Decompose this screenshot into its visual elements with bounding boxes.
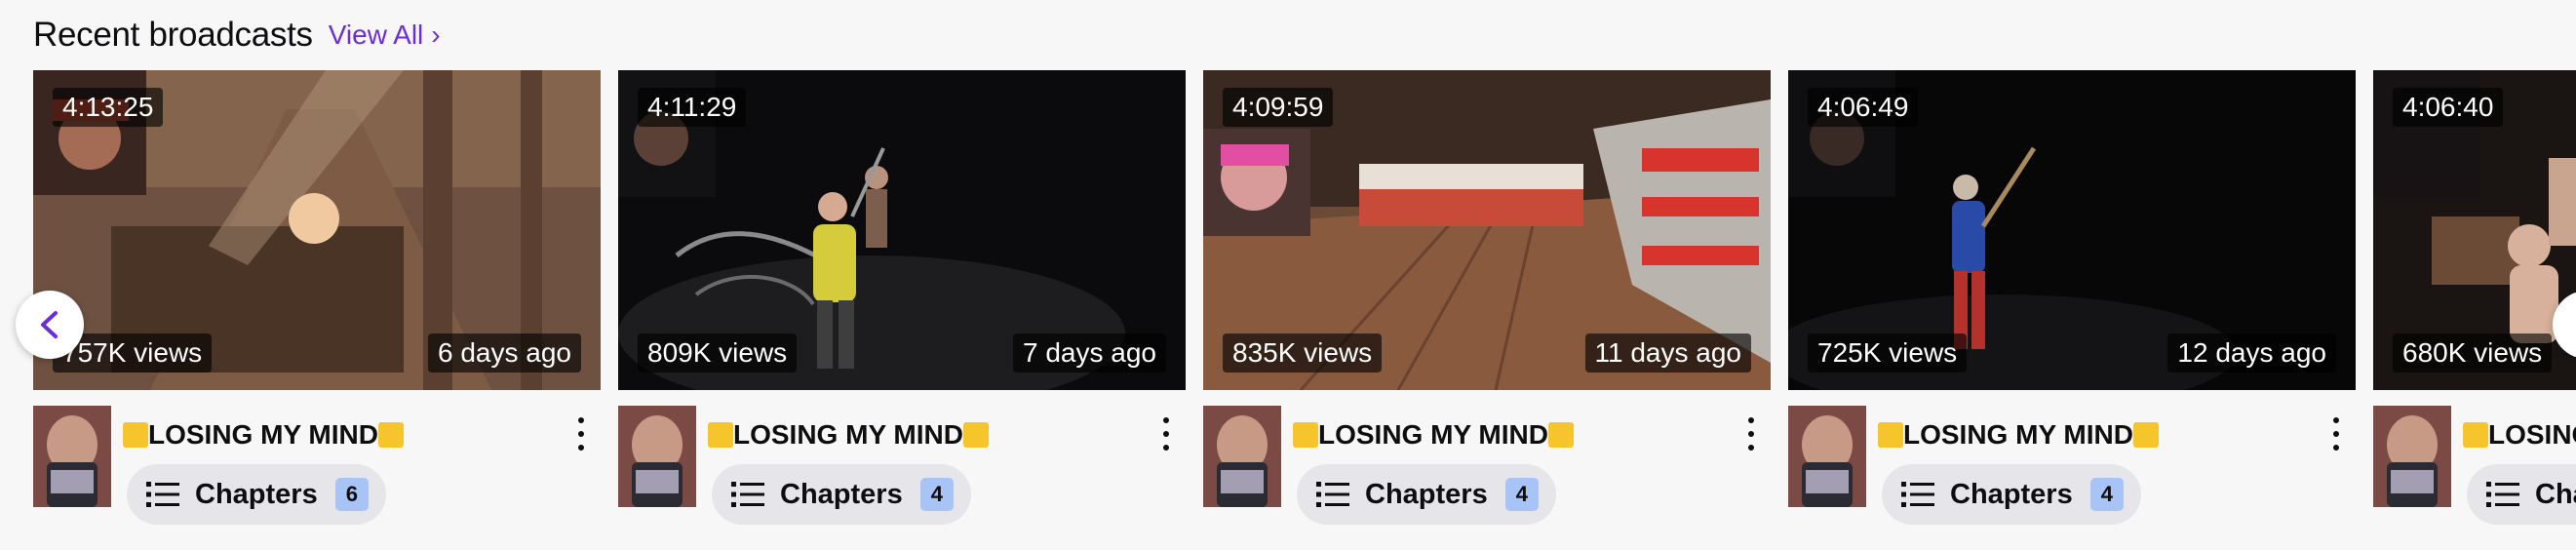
chapters-button[interactable]: Chapters bbox=[2467, 464, 2576, 525]
channel-avatar[interactable] bbox=[1788, 406, 1866, 507]
broadcast-card[interactable]: 4:06:49 725K views 12 days ago LOSING MY… bbox=[1788, 70, 2356, 529]
duration-badge: 4:13:25 bbox=[53, 88, 164, 127]
yellow-square-emoji-icon bbox=[2463, 422, 2488, 448]
video-thumbnail[interactable]: 4:11:29 809K views 7 days ago bbox=[618, 70, 1186, 390]
yellow-square-emoji-icon bbox=[1547, 422, 1574, 448]
more-options-icon[interactable] bbox=[1745, 417, 1757, 451]
section-title: Recent broadcasts bbox=[33, 16, 313, 54]
yellow-square-emoji-icon bbox=[377, 422, 404, 448]
chapters-count-badge: 4 bbox=[1504, 478, 1539, 511]
list-icon bbox=[1316, 482, 1349, 507]
card-meta: LOSING MY MIND Chapters 4 bbox=[1788, 390, 2356, 529]
card-meta: LOSING MY MIND Chapters 6 bbox=[33, 390, 601, 529]
list-icon bbox=[1901, 482, 1934, 507]
channel-avatar[interactable] bbox=[618, 406, 696, 507]
broadcast-title[interactable]: LOSING MY MIND bbox=[2463, 419, 2576, 451]
yellow-square-emoji-icon bbox=[1878, 422, 1903, 448]
list-icon bbox=[2486, 482, 2519, 507]
age-badge: 11 days ago bbox=[1584, 334, 1751, 373]
broadcast-card[interactable]: 4:11:29 809K views 7 days ago LOSING MY … bbox=[618, 70, 1186, 529]
list-icon bbox=[146, 482, 179, 507]
broadcast-carousel: 4:13:25 757K views 6 days ago LOSING MY … bbox=[33, 70, 2576, 529]
video-thumbnail[interactable]: 4:06:49 725K views 12 days ago bbox=[1788, 70, 2356, 390]
video-thumbnail[interactable]: 4:13:25 757K views 6 days ago bbox=[33, 70, 601, 390]
channel-avatar[interactable] bbox=[1203, 406, 1281, 507]
chapters-count-badge: 4 bbox=[2089, 478, 2124, 511]
title-text: LOSING MY MIND bbox=[148, 419, 378, 450]
chapters-button[interactable]: Chapters 4 bbox=[1297, 464, 1556, 525]
chapters-count-badge: 6 bbox=[334, 478, 369, 511]
chapters-button[interactable]: Chapters 4 bbox=[1882, 464, 2141, 525]
video-thumbnail[interactable]: 4:06:40 680K views bbox=[2373, 70, 2576, 390]
video-thumbnail[interactable]: 4:09:59 835K views 11 days ago bbox=[1203, 70, 1771, 390]
views-badge: 835K views bbox=[1223, 334, 1383, 373]
broadcast-card[interactable]: 4:06:40 680K views LOSING MY MIND Chapte… bbox=[2373, 70, 2576, 529]
duration-badge: 4:06:49 bbox=[1808, 88, 1919, 127]
card-meta: LOSING MY MIND Chapters 4 bbox=[618, 390, 1186, 529]
views-badge: 680K views bbox=[2393, 334, 2553, 373]
yellow-square-emoji-icon bbox=[1293, 422, 1318, 448]
chapters-label: Chapters bbox=[1365, 478, 1488, 510]
carousel-prev-button[interactable] bbox=[16, 291, 84, 359]
views-badge: 809K views bbox=[638, 334, 798, 373]
card-meta: LOSING MY MIND Chapters bbox=[2373, 390, 2576, 529]
chapters-label: Chapters bbox=[195, 478, 318, 510]
chevron-left-icon bbox=[41, 311, 58, 338]
chapters-count-badge: 4 bbox=[919, 478, 954, 511]
list-icon bbox=[731, 482, 764, 507]
title-text: LOSING MY MIND bbox=[1318, 419, 1548, 450]
view-all-link[interactable]: View All › bbox=[329, 20, 441, 51]
card-meta: LOSING MY MIND Chapters 4 bbox=[1203, 390, 1771, 529]
duration-badge: 4:09:59 bbox=[1223, 88, 1334, 127]
duration-badge: 4:11:29 bbox=[638, 88, 747, 127]
yellow-square-emoji-icon bbox=[708, 422, 733, 448]
chevron-right-icon: › bbox=[431, 20, 441, 50]
age-badge: 7 days ago bbox=[1013, 334, 1166, 373]
age-badge: 6 days ago bbox=[428, 334, 581, 373]
yellow-square-emoji-icon bbox=[2132, 422, 2159, 448]
broadcast-title[interactable]: LOSING MY MIND bbox=[708, 419, 989, 451]
title-text: LOSING MY MIND bbox=[2488, 419, 2576, 450]
title-text: LOSING MY MIND bbox=[733, 419, 963, 450]
broadcast-title[interactable]: LOSING MY MIND bbox=[1293, 419, 1574, 451]
chapters-button[interactable]: Chapters 4 bbox=[712, 464, 971, 525]
yellow-square-emoji-icon bbox=[962, 422, 989, 448]
title-text: LOSING MY MIND bbox=[1903, 419, 2133, 450]
duration-badge: 4:06:40 bbox=[2393, 88, 2504, 127]
broadcast-card[interactable]: 4:13:25 757K views 6 days ago LOSING MY … bbox=[33, 70, 601, 529]
broadcast-title[interactable]: LOSING MY MIND bbox=[123, 419, 404, 451]
broadcast-title[interactable]: LOSING MY MIND bbox=[1878, 419, 2159, 451]
chapters-button[interactable]: Chapters 6 bbox=[127, 464, 386, 525]
more-options-icon[interactable] bbox=[2330, 417, 2342, 451]
chapters-label: Chapters bbox=[1950, 478, 2073, 510]
more-options-icon[interactable] bbox=[575, 417, 587, 451]
views-badge: 725K views bbox=[1808, 334, 1968, 373]
view-all-label: View All bbox=[328, 20, 424, 50]
chapters-label: Chapters bbox=[780, 478, 903, 510]
chapters-label: Chapters bbox=[2535, 478, 2576, 510]
broadcast-card[interactable]: 4:09:59 835K views 11 days ago LOSING MY… bbox=[1203, 70, 1771, 529]
section-header: Recent broadcasts View All › bbox=[33, 14, 441, 57]
age-badge: 12 days ago bbox=[2167, 334, 2336, 373]
more-options-icon[interactable] bbox=[1160, 417, 1172, 451]
channel-avatar[interactable] bbox=[2373, 406, 2451, 507]
yellow-square-emoji-icon bbox=[123, 422, 148, 448]
channel-avatar[interactable] bbox=[33, 406, 111, 507]
